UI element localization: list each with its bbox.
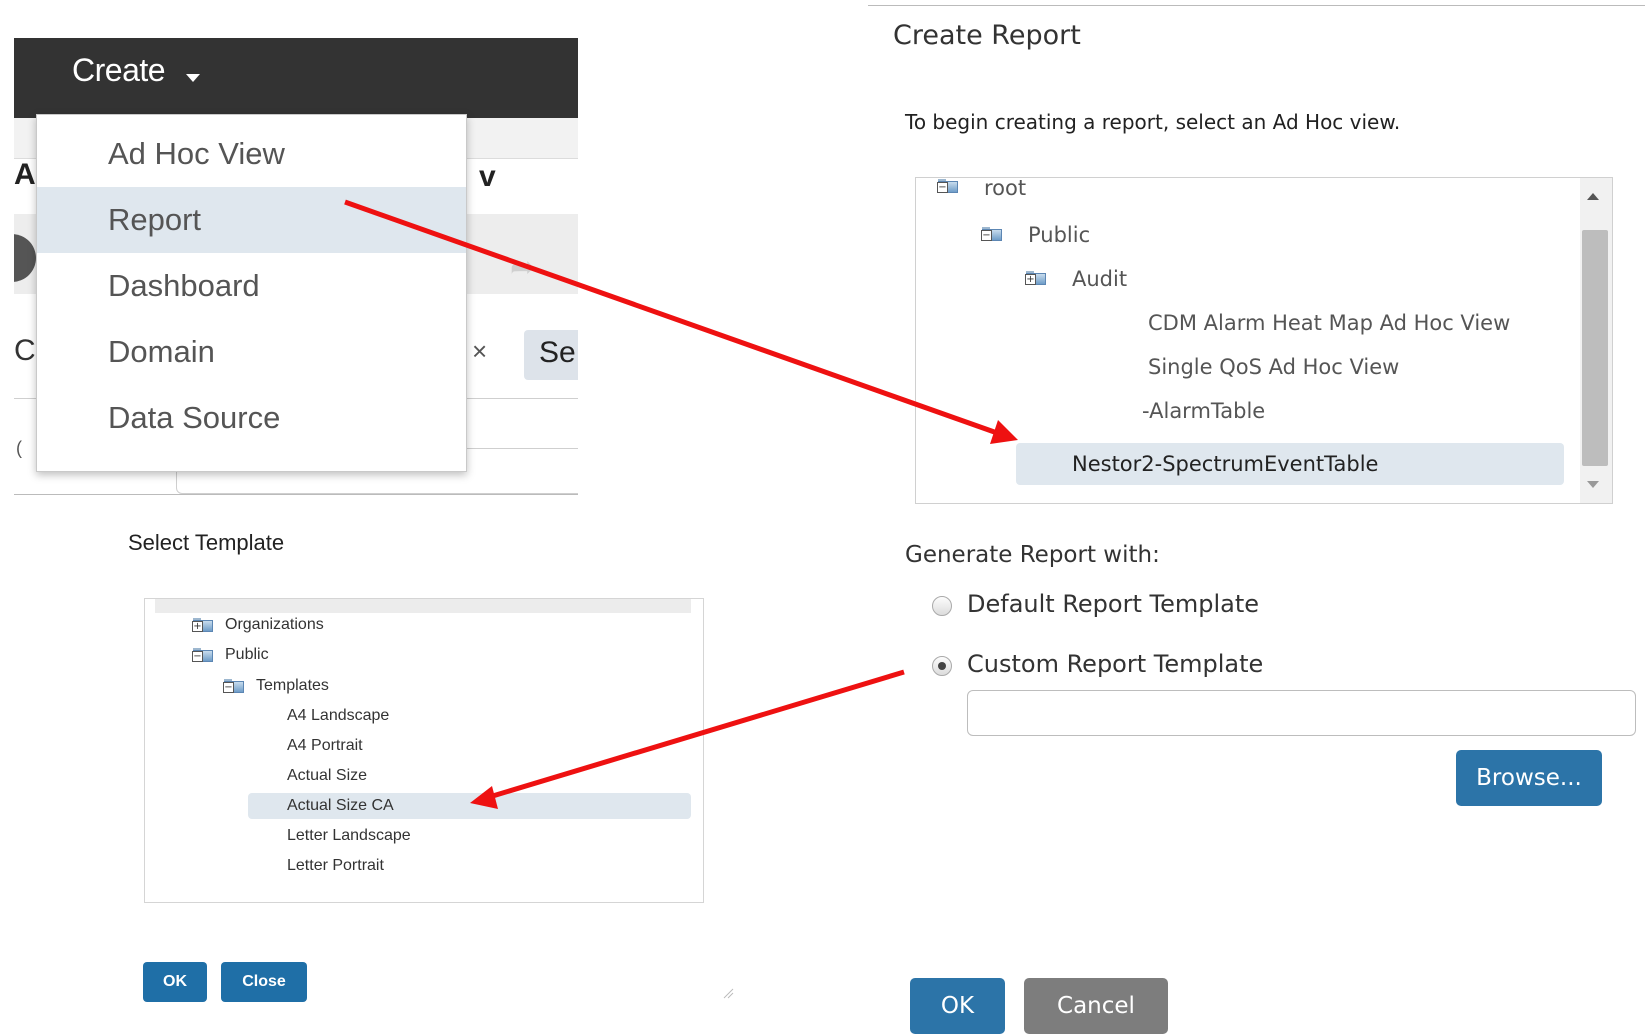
folder-expanded-icon[interactable]: − xyxy=(981,227,1002,241)
tree-item-letter-landscape[interactable]: Letter Landscape xyxy=(287,823,411,849)
tree-item-public[interactable]: Public xyxy=(225,642,269,668)
menu-item-dashboard[interactable]: Dashboard xyxy=(37,253,466,319)
background-label-fragment: C xyxy=(14,334,36,367)
tree-root-row[interactable] xyxy=(155,599,691,613)
divider xyxy=(14,494,578,495)
tree-item-templates[interactable]: Templates xyxy=(256,673,329,699)
tree-item-nestor2-spectrum-event-table[interactable]: Nestor2-SpectrumEventTable xyxy=(1072,444,1378,484)
scroll-up-arrow-icon[interactable] xyxy=(1587,193,1599,200)
tree-item-audit[interactable]: Audit xyxy=(1072,259,1127,299)
tree-item-actual-size[interactable]: Actual Size xyxy=(287,763,367,789)
tree-item-public[interactable]: Public xyxy=(1028,215,1090,255)
scroll-down-arrow-icon[interactable] xyxy=(1587,481,1599,488)
tree-item-a4-landscape[interactable]: A4 Landscape xyxy=(287,703,389,729)
background-heading-fragment: v xyxy=(479,160,496,193)
create-dropdown-menu: Ad Hoc View Report Dashboard Domain Data… xyxy=(36,114,467,472)
adhoc-view-tree: − root − Public + Audit CDM Alarm Heat M… xyxy=(915,177,1613,504)
tree-item-single-qos[interactable]: Single QoS Ad Hoc View xyxy=(1148,347,1399,387)
tree-item-alarm-table[interactable]: -AlarmTable xyxy=(1142,391,1265,431)
background-heading-fragment: A xyxy=(14,158,36,191)
cancel-button[interactable]: Cancel xyxy=(1024,978,1168,1034)
menu-item-domain[interactable]: Domain xyxy=(37,319,466,385)
ok-button[interactable]: OK xyxy=(910,978,1005,1034)
tree-item-organizations[interactable]: Organizations xyxy=(225,612,324,638)
default-template-radio[interactable] xyxy=(932,596,952,616)
tree-item-actual-size-ca: Actual Size CA xyxy=(287,797,394,814)
tree-item-letter-portrait[interactable]: Letter Portrait xyxy=(287,853,384,879)
template-tree: + Organizations − Public − Templates A4 … xyxy=(144,598,704,903)
custom-template-path-input[interactable] xyxy=(967,690,1636,736)
tree-item-a4-portrait[interactable]: A4 Portrait xyxy=(287,733,363,759)
folder-expanded-icon[interactable]: − xyxy=(223,679,244,693)
clear-icon: × xyxy=(472,336,488,366)
tree-item-selected[interactable]: Actual Size CA xyxy=(248,793,691,819)
select-template-title: Select Template xyxy=(128,530,285,555)
dialog-top-border xyxy=(868,5,1645,6)
template-ok-button[interactable]: OK xyxy=(143,962,207,1002)
custom-template-label: Custom Report Template xyxy=(967,650,1264,678)
menu-item-ad-hoc-view[interactable]: Ad Hoc View xyxy=(37,121,466,187)
redo-icon: ➦ xyxy=(510,251,536,284)
generate-report-label: Generate Report with: xyxy=(905,542,1160,568)
custom-template-radio[interactable] xyxy=(932,656,952,676)
background-search-label: Se xyxy=(539,336,576,369)
create-menu-button[interactable]: Create xyxy=(72,52,166,89)
dialog-title: Create Report xyxy=(893,20,1081,51)
tree-item-cdm-alarm-heat-map[interactable]: CDM Alarm Heat Map Ad Hoc View xyxy=(1148,303,1510,343)
folder-collapsed-icon[interactable]: + xyxy=(1025,271,1046,285)
create-menu-screenshot: Create A v ➦ C × Se ( Ad Hoc View Report… xyxy=(14,38,578,508)
dialog-instructions: To begin creating a report, select an Ad… xyxy=(905,110,1401,134)
caret-down-icon[interactable] xyxy=(186,74,200,82)
browse-button[interactable]: Browse... xyxy=(1456,750,1602,806)
scrollbar-thumb[interactable] xyxy=(1582,230,1608,466)
background-fragment: ( xyxy=(16,438,22,458)
folder-expanded-icon[interactable]: − xyxy=(937,179,958,193)
tree-item-root[interactable]: root xyxy=(984,178,1026,208)
menu-item-data-source[interactable]: Data Source xyxy=(37,385,466,451)
folder-expanded-icon[interactable]: − xyxy=(192,648,213,662)
template-close-button[interactable]: Close xyxy=(221,962,307,1002)
default-template-label: Default Report Template xyxy=(967,590,1260,618)
folder-collapsed-icon[interactable]: + xyxy=(192,618,213,632)
menu-item-report[interactable]: Report xyxy=(37,187,466,253)
resize-grip-icon[interactable] xyxy=(722,987,734,999)
